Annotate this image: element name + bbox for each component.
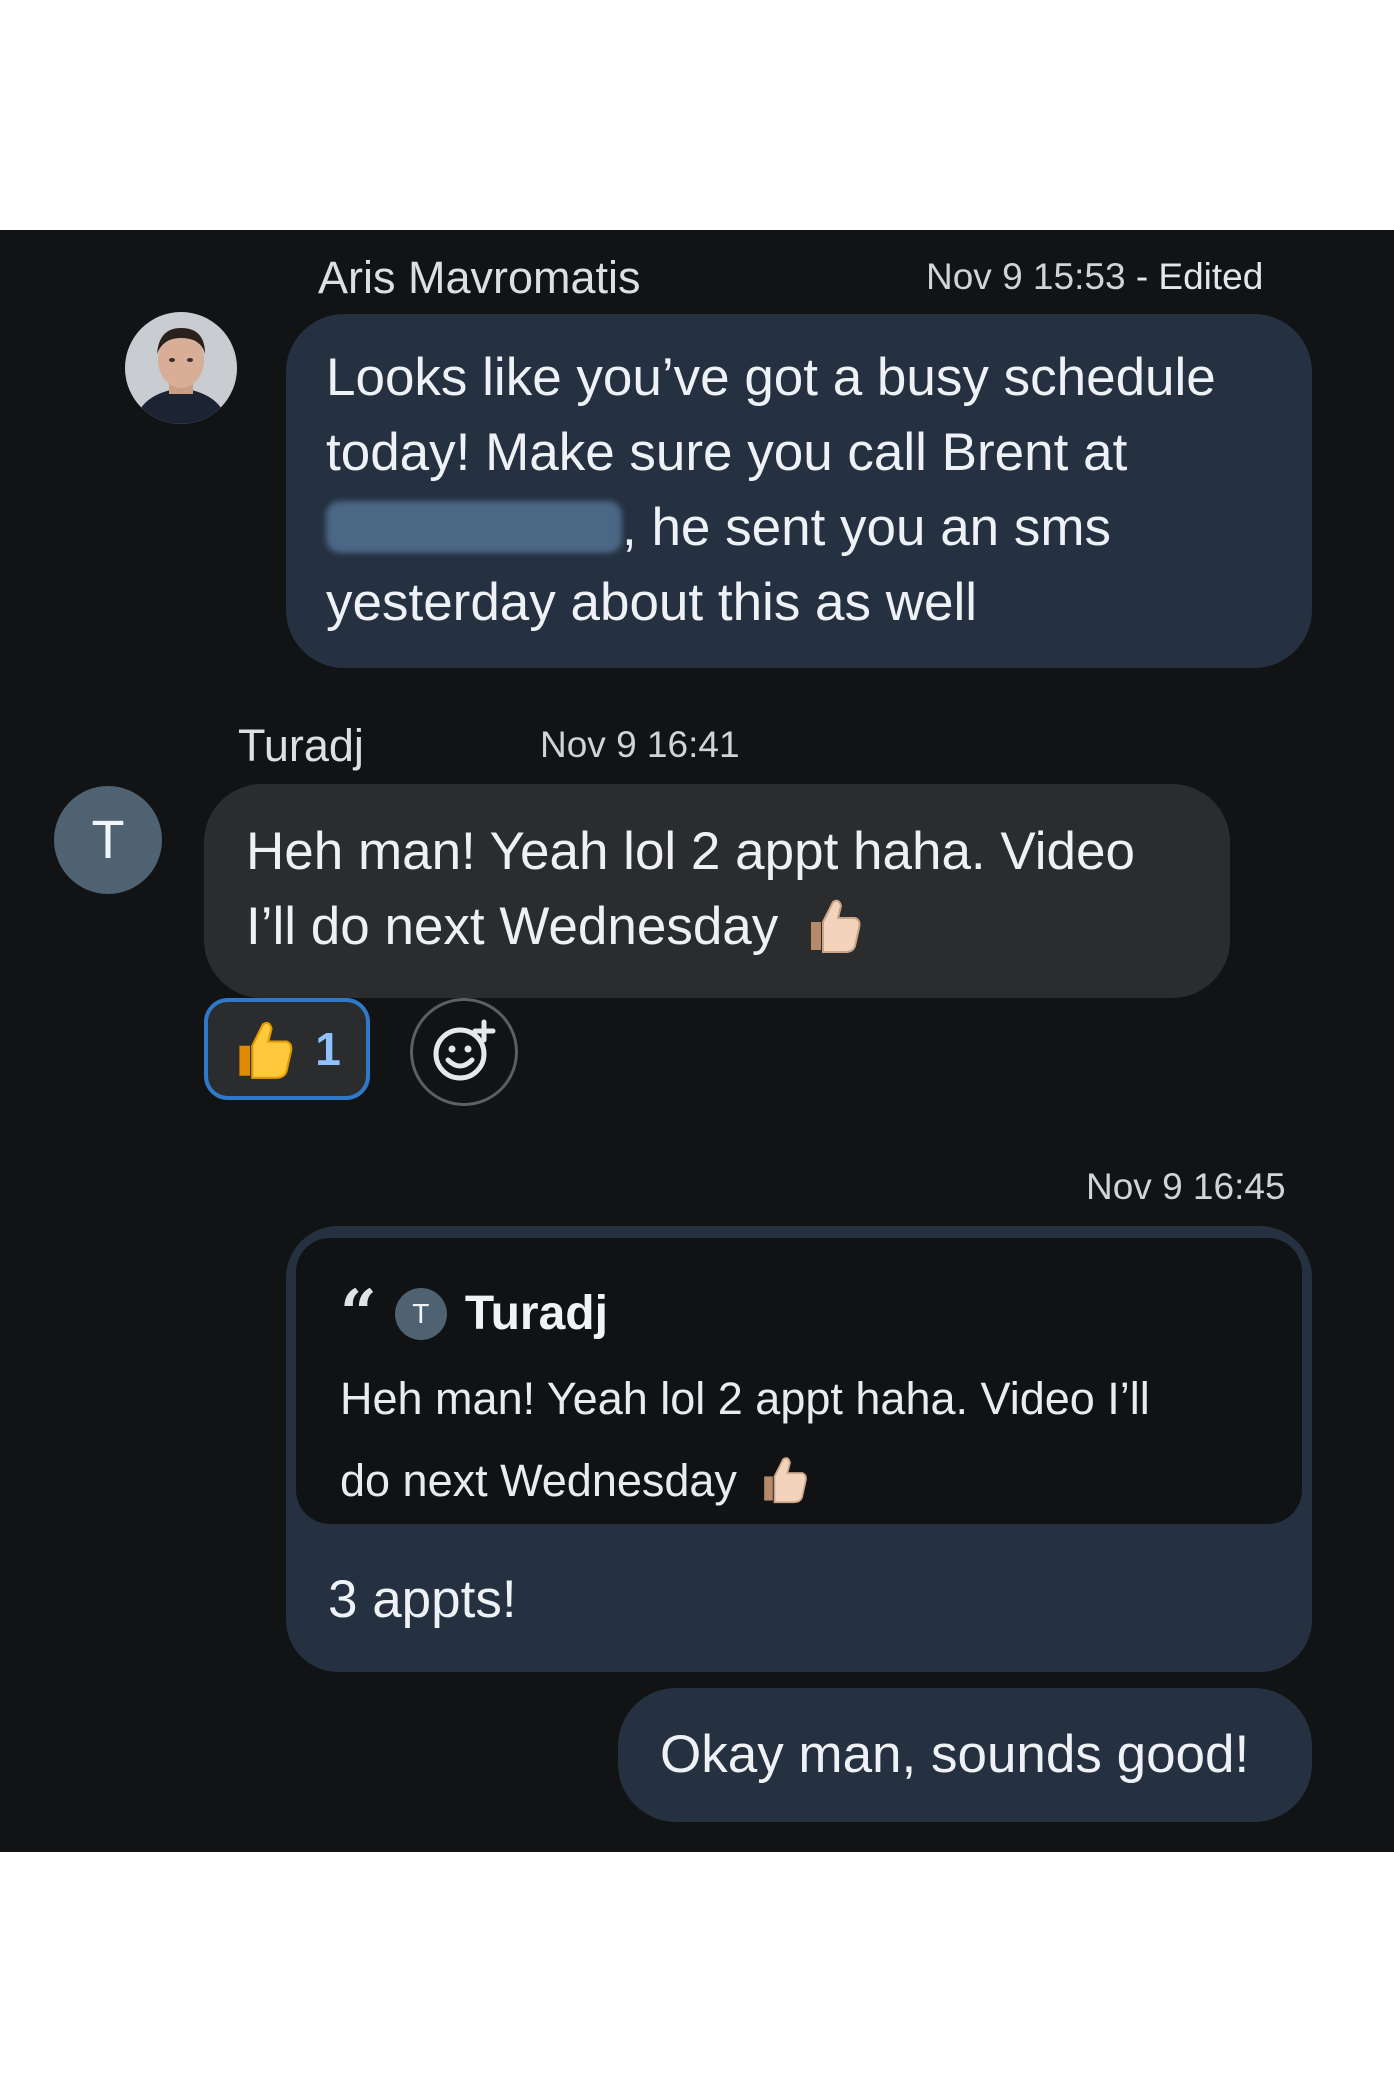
- message-bubble[interactable]: Okay man, sounds good!: [618, 1688, 1312, 1822]
- message-text-fragment: I’ll do next Wednesday: [246, 897, 779, 956]
- sender-name: Aris Mavromatis: [318, 252, 641, 303]
- message-text-fragment: , he sent you an sms: [622, 498, 1112, 557]
- redacted-phone-number: [326, 501, 622, 553]
- reaction-chip[interactable]: 1: [204, 998, 370, 1100]
- thumbs-up-icon: [764, 1457, 808, 1504]
- message-timestamp: Nov 9 16:45: [1086, 1166, 1286, 1207]
- chat-thread: Aris Mavromatis Nov 9 15:53 - Edited Loo…: [0, 230, 1394, 1852]
- add-reaction-icon: [433, 1019, 496, 1081]
- message-text-line: I’ll do next Wednesday: [246, 889, 1188, 964]
- message-text-line: , he sent you an sms: [326, 490, 1272, 565]
- quote-icon: “: [340, 1275, 377, 1351]
- message-text-line: Looks like you’ve got a busy schedule: [326, 348, 1216, 407]
- quoted-message[interactable]: “ T Turadj Heh man! Yeah lol 2 appt haha…: [296, 1238, 1302, 1524]
- message-timestamp: Nov 9 16:41: [540, 724, 740, 765]
- quote-text-fragment: do next Wednesday: [340, 1455, 737, 1506]
- message-text-line: yesterday about this as well: [326, 573, 978, 632]
- message-text-line: Heh man! Yeah lol 2 appt haha. Video: [246, 822, 1135, 881]
- sender-name: Turadj: [238, 720, 364, 771]
- avatar[interactable]: [125, 312, 237, 424]
- message-text: Okay man, sounds good!: [660, 1725, 1250, 1784]
- quote-text-line: Heh man! Yeah lol 2 appt haha. Video I’l…: [340, 1373, 1150, 1424]
- message-text: 3 appts!: [328, 1570, 517, 1629]
- reply-bubble[interactable]: “ T Turadj Heh man! Yeah lol 2 appt haha…: [286, 1226, 1312, 1672]
- message-bubble[interactable]: Looks like you’ve got a busy schedule to…: [286, 314, 1312, 668]
- avatar-photo-icon: [125, 312, 237, 424]
- edited-label: - Edited: [1135, 256, 1264, 297]
- message-timestamp: Nov 9 15:53 - Edited: [926, 256, 1263, 298]
- message-bubble[interactable]: Heh man! Yeah lol 2 appt haha. Video I’l…: [204, 784, 1230, 998]
- avatar: T: [394, 1287, 447, 1340]
- thumbs-up-icon: [811, 899, 861, 953]
- quote-author: Turadj: [464, 1287, 608, 1340]
- thumbs-up-icon: [239, 1021, 293, 1079]
- reaction-count: 1: [315, 1023, 341, 1075]
- quote-text-line: do next Wednesday: [340, 1440, 1280, 1522]
- avatar[interactable]: T: [54, 786, 162, 894]
- message-text-line: today! Make sure you call Brent at: [326, 423, 1128, 482]
- quote-body: Heh man! Yeah lol 2 appt haha. Video I’l…: [340, 1358, 1280, 1522]
- timestamp-text: Nov 9 15:53: [926, 256, 1126, 297]
- add-reaction-button[interactable]: [410, 998, 518, 1106]
- quote-header: “ T Turadj: [340, 1276, 608, 1351]
